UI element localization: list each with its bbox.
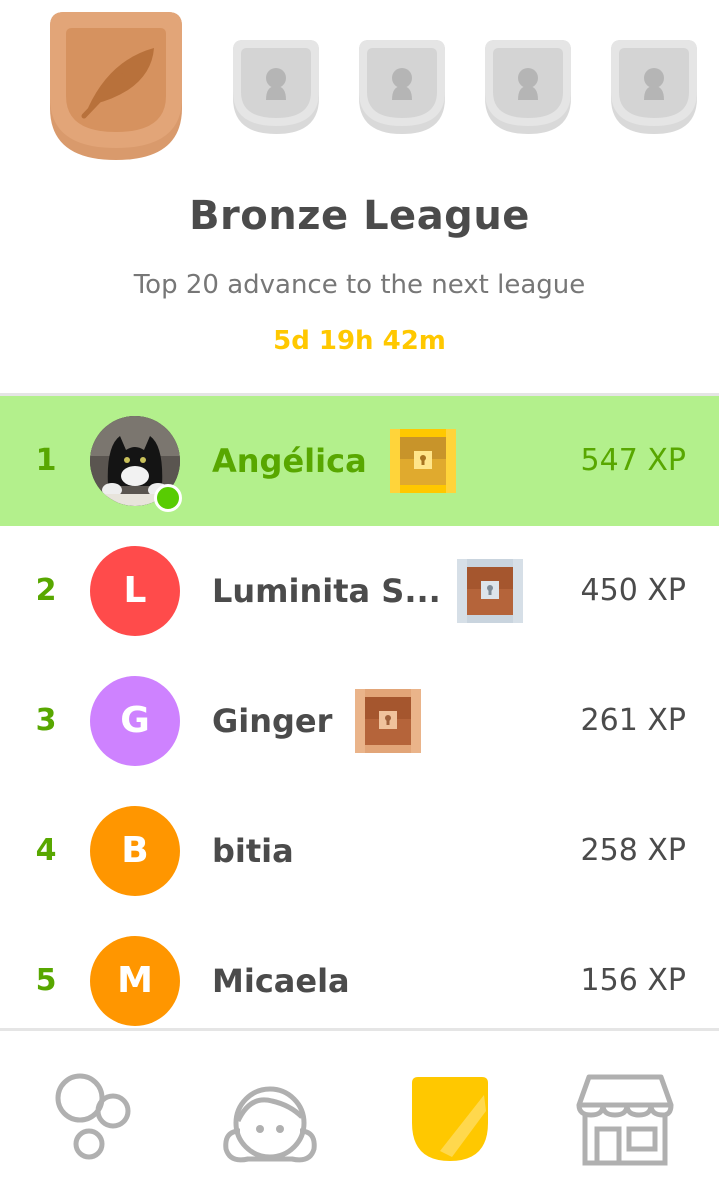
username[interactable]: Angélica xyxy=(212,396,367,526)
xp-value: 261 XP xyxy=(580,703,686,738)
rank: 4 xyxy=(35,833,57,868)
tab-profile[interactable] xyxy=(220,1071,320,1171)
league-badges xyxy=(0,0,719,170)
rank: 5 xyxy=(35,963,57,998)
avatar[interactable]: L xyxy=(90,546,180,636)
lock-icon xyxy=(644,68,664,100)
avatar[interactable]: M xyxy=(90,936,180,1026)
xp-value: 156 XP xyxy=(580,963,686,998)
online-indicator xyxy=(154,484,182,512)
username[interactable]: Ginger xyxy=(212,656,332,786)
rank: 3 xyxy=(35,703,57,738)
leaderboard-row[interactable]: 2 L Luminita S... 450 XP xyxy=(0,526,719,656)
bubbles-icon xyxy=(55,1073,131,1160)
lock-icon xyxy=(266,68,286,100)
locked-league-badge xyxy=(611,40,697,134)
rank: 1 xyxy=(35,443,57,478)
league-subtitle: Top 20 advance to the next league xyxy=(133,270,586,300)
tab-shop[interactable] xyxy=(575,1071,675,1171)
lock-icon xyxy=(392,68,412,100)
bronze-chest-icon xyxy=(355,689,421,753)
lock-icon xyxy=(518,68,538,100)
league-timer: 5d 19h 42m xyxy=(273,326,446,356)
leaderboard-row-current-user[interactable]: 1 Angélica 547 XP xyxy=(0,396,719,526)
profile-face-icon xyxy=(223,1086,317,1163)
xp-value: 258 XP xyxy=(580,833,686,868)
leaderboard-list[interactable]: 1 Angélica 547 XP 2 L Luminita S... 450 … xyxy=(0,396,719,1028)
bottom-tab-bar xyxy=(0,1031,719,1200)
xp-value: 547 XP xyxy=(580,443,686,478)
bronze-league-badge xyxy=(50,12,182,162)
username[interactable]: Micaela xyxy=(212,916,350,1028)
league-title: Bronze League xyxy=(189,193,530,239)
rank: 2 xyxy=(35,573,57,608)
username[interactable]: bitia xyxy=(212,786,294,916)
locked-league-badge xyxy=(233,40,319,134)
leaderboard-row[interactable]: 5 M Micaela 156 XP xyxy=(0,916,719,1028)
tab-learn[interactable] xyxy=(45,1071,145,1171)
locked-league-badge xyxy=(485,40,571,134)
locked-league-badge xyxy=(359,40,445,134)
leaderboard-row[interactable]: 4 B bitia 258 XP xyxy=(0,786,719,916)
avatar[interactable]: G xyxy=(90,676,180,766)
avatar[interactable]: B xyxy=(90,806,180,896)
shield-icon xyxy=(412,1077,488,1161)
gold-chest-icon xyxy=(390,429,456,493)
username[interactable]: Luminita S... xyxy=(212,526,441,656)
xp-value: 450 XP xyxy=(580,573,686,608)
tab-leaderboards[interactable] xyxy=(400,1071,500,1171)
shop-icon xyxy=(576,1074,674,1166)
leaderboard-row[interactable]: 3 G Ginger 261 XP xyxy=(0,656,719,786)
silver-chest-icon xyxy=(457,559,523,623)
